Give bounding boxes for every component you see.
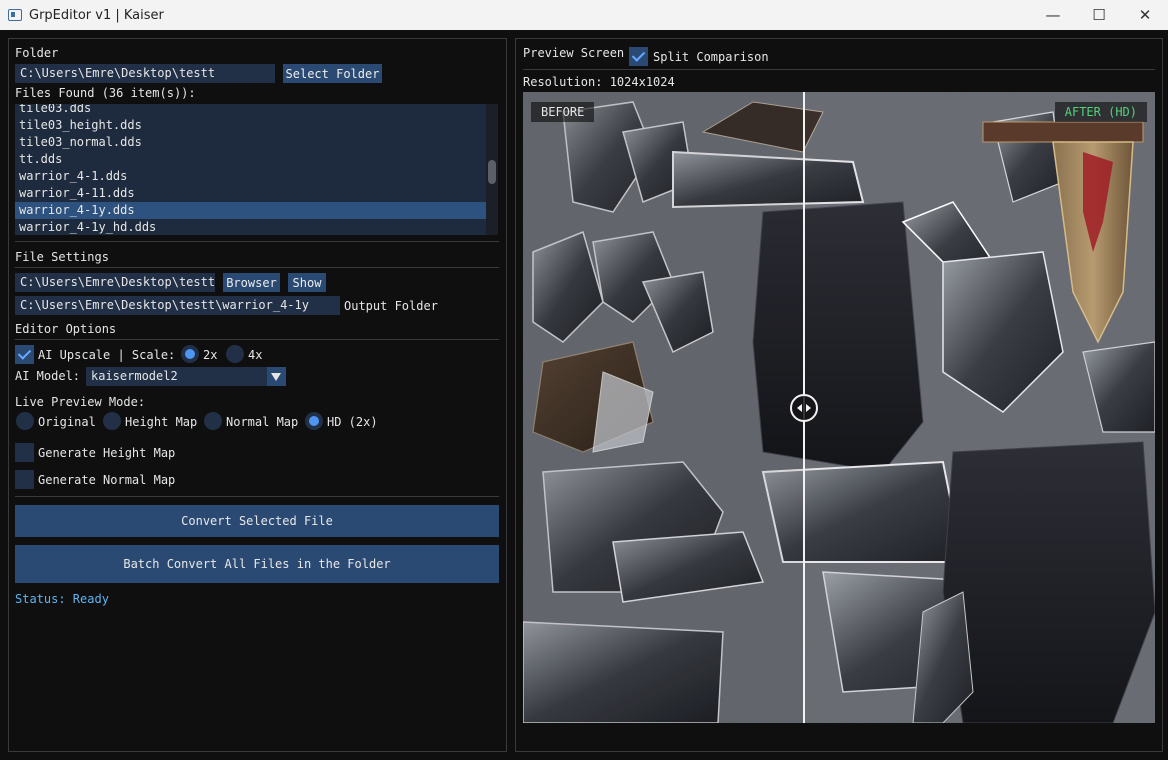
resolution-label: Resolution: 1024x1024 (523, 75, 675, 89)
texture-preview[interactable]: BEFORE AFTER (HD) (523, 92, 1155, 723)
mode-height-map-label: Height Map (125, 415, 198, 429)
show-button[interactable]: Show (288, 273, 326, 292)
before-tag: BEFORE (531, 102, 595, 122)
title-bar: GrpEditor v1 | Kaiser — ☐ ✕ (0, 0, 1168, 30)
file-list-item[interactable]: warrior_4-1.dds (15, 168, 486, 185)
maximize-button[interactable]: ☐ (1076, 0, 1122, 30)
split-comparison-checkbox[interactable] (629, 47, 648, 66)
after-tag: AFTER (HD) (1054, 102, 1147, 122)
file-list-item[interactable]: warrior_4-1y.dds (15, 202, 486, 219)
file-list-item[interactable]: tile03_height.dds (15, 117, 486, 134)
mode-original-label: Original (38, 415, 96, 429)
divider (15, 339, 499, 340)
input-file-path[interactable]: C:\Users\Emre\Desktop\testt\ (15, 273, 215, 292)
ai-upscale-checkbox[interactable] (15, 345, 34, 364)
ai-model-label: AI Model: (15, 369, 81, 383)
ai-upscale-label: AI Upscale | Scale: (38, 348, 176, 362)
settings-panel: Folder C:\Users\Emre\Desktop\testt Selec… (8, 38, 507, 752)
generate-normal-map-label: Generate Normal Map (38, 473, 176, 487)
drag-arrows-icon (797, 404, 811, 412)
file-list-item[interactable]: tt.dds (15, 151, 486, 168)
file-list-item[interactable]: warrior_4-11.dds (15, 185, 486, 202)
ai-model-value: kaisermodel2 (91, 369, 178, 383)
files-found-label: Files Found (36 item(s)): (15, 86, 196, 100)
mode-normal-map-radio[interactable] (204, 412, 222, 430)
batch-convert-button[interactable]: Batch Convert All Files in the Folder (15, 545, 499, 583)
mode-original-radio[interactable] (16, 412, 34, 430)
close-button[interactable]: ✕ (1122, 0, 1168, 30)
minimize-button[interactable]: — (1030, 0, 1076, 30)
generate-height-map-label: Generate Height Map (38, 446, 176, 460)
folder-section-title: Folder (15, 46, 59, 60)
scale-4x-label: 4x (248, 348, 263, 362)
split-comparison-label: Split Comparison (653, 50, 769, 64)
mode-hd-label: HD (2x) (327, 415, 378, 429)
output-folder-label: Output Folder (344, 299, 438, 313)
browse-button[interactable]: Browser (223, 273, 280, 292)
file-list-scrollbar[interactable] (486, 104, 498, 235)
ai-model-dropdown[interactable]: kaisermodel2 (86, 367, 286, 386)
status-text: Status: Ready (15, 592, 109, 606)
chevron-down-icon (271, 373, 281, 381)
file-settings-title: File Settings (15, 250, 109, 264)
texture-image (523, 92, 1155, 723)
scrollbar-thumb[interactable] (488, 160, 496, 184)
file-list[interactable]: tile03.dds tile03_height.dds tile03_normal… (15, 104, 498, 235)
live-preview-label: Live Preview Mode: (15, 395, 146, 409)
divider (523, 69, 1155, 70)
mode-height-map-radio[interactable] (103, 412, 121, 430)
scale-2x-radio[interactable] (181, 345, 199, 363)
app-icon (8, 9, 22, 21)
file-list-item[interactable]: tile03.dds (15, 104, 486, 117)
preview-title: Preview Screen (523, 46, 625, 60)
divider (15, 267, 499, 268)
generate-normal-map-checkbox[interactable] (15, 470, 34, 489)
dropdown-arrow-button[interactable] (267, 367, 286, 386)
divider (15, 496, 499, 497)
file-list-item[interactable]: warrior_4-1y_hd.dds (15, 219, 486, 235)
file-list-item[interactable]: tile03_normal.dds (15, 134, 486, 151)
select-folder-button[interactable]: Select Folder (283, 64, 382, 83)
split-handle[interactable] (790, 394, 818, 422)
editor-options-title: Editor Options (15, 322, 117, 336)
scale-4x-radio[interactable] (226, 345, 244, 363)
generate-height-map-checkbox[interactable] (15, 443, 34, 462)
output-path-input[interactable]: C:\Users\Emre\Desktop\testt\warrior_4-1y (15, 296, 340, 315)
folder-path-input[interactable]: C:\Users\Emre\Desktop\testt (15, 64, 275, 83)
scale-2x-label: 2x (203, 348, 218, 362)
window-controls: — ☐ ✕ (1030, 0, 1168, 30)
mode-normal-map-label: Normal Map (226, 415, 299, 429)
window-title: GrpEditor v1 | Kaiser (29, 7, 164, 23)
convert-selected-button[interactable]: Convert Selected File (15, 505, 499, 537)
preview-panel: Preview Screen Split Comparison Resoluti… (515, 38, 1163, 752)
divider (15, 241, 499, 242)
mode-hd-radio[interactable] (305, 412, 323, 430)
